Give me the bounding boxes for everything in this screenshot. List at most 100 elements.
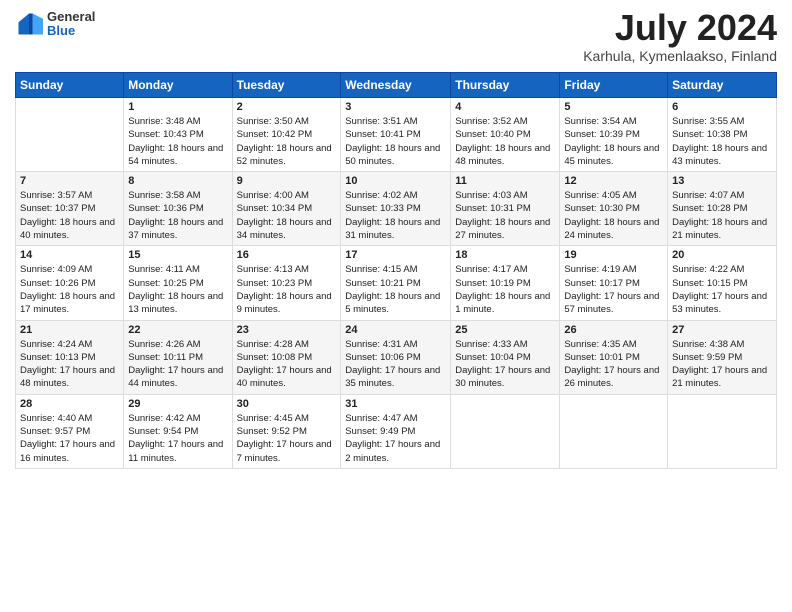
day-info: Sunrise: 4:28 AMSunset: 10:08 PMDaylight… xyxy=(237,338,337,391)
day-info: Sunrise: 4:07 AMSunset: 10:28 PMDaylight… xyxy=(672,189,772,242)
weekday-header-saturday: Saturday xyxy=(668,73,777,98)
day-info: Sunrise: 4:09 AMSunset: 10:26 PMDaylight… xyxy=(20,263,119,316)
day-info: Sunrise: 4:35 AMSunset: 10:01 PMDaylight… xyxy=(564,338,663,391)
day-number: 10 xyxy=(345,175,446,187)
calendar-cell: 30Sunrise: 4:45 AMSunset: 9:52 PMDayligh… xyxy=(232,394,341,468)
day-number: 3 xyxy=(345,101,446,113)
day-number: 17 xyxy=(345,249,446,261)
calendar-cell: 3Sunrise: 3:51 AMSunset: 10:41 PMDayligh… xyxy=(341,98,451,172)
logo-icon xyxy=(15,10,43,38)
day-info: Sunrise: 3:54 AMSunset: 10:39 PMDaylight… xyxy=(564,115,663,168)
calendar-cell: 27 Sunrise: 4:38 AMSunset: 9:59 PMDayligh… xyxy=(668,320,777,394)
day-info: Sunrise: 4:11 AMSunset: 10:25 PMDaylight… xyxy=(128,263,227,316)
calendar-cell: 12 Sunrise: 4:05 AMSunset: 10:30 PMDaylig… xyxy=(560,172,668,246)
calendar-page: General Blue July 2024 Karhula, Kymenlaa… xyxy=(0,0,792,612)
day-number: 12 xyxy=(564,175,663,187)
calendar-cell xyxy=(560,394,668,468)
day-info: Sunrise: 4:15 AMSunset: 10:21 PMDaylight… xyxy=(345,263,446,316)
weekday-header-wednesday: Wednesday xyxy=(341,73,451,98)
day-info: Sunrise: 3:48 AMSunset: 10:43 PMDaylight… xyxy=(128,115,227,168)
calendar-cell: 26 Sunrise: 4:35 AMSunset: 10:01 PMDaylig… xyxy=(560,320,668,394)
calendar-cell xyxy=(16,98,124,172)
calendar-cell: 1Sunrise: 3:48 AMSunset: 10:43 PMDayligh… xyxy=(124,98,232,172)
calendar-cell xyxy=(668,394,777,468)
calendar-cell: 20Sunrise: 4:22 AMSunset: 10:15 PMDaylig… xyxy=(668,246,777,320)
day-info: Sunrise: 4:26 AMSunset: 10:11 PMDaylight… xyxy=(128,338,227,391)
day-info: Sunrise: 4:33 AMSunset: 10:04 PMDaylight… xyxy=(455,338,555,391)
calendar-cell: 14Sunrise: 4:09 AMSunset: 10:26 PMDaylig… xyxy=(16,246,124,320)
day-info: Sunrise: 4:24 AMSunset: 10:13 PMDaylight… xyxy=(20,338,119,391)
calendar-cell: 29Sunrise: 4:42 AMSunset: 9:54 PMDayligh… xyxy=(124,394,232,468)
day-number: 31 xyxy=(345,398,446,410)
day-info: Sunrise: 4:31 AMSunset: 10:06 PMDaylight… xyxy=(345,338,446,391)
calendar-week-row: 14Sunrise: 4:09 AMSunset: 10:26 PMDaylig… xyxy=(16,246,777,320)
calendar-cell: 17 Sunrise: 4:15 AMSunset: 10:21 PMDaylig… xyxy=(341,246,451,320)
day-number: 2 xyxy=(237,101,337,113)
weekday-header-row: SundayMondayTuesdayWednesdayThursdayFrid… xyxy=(16,73,777,98)
calendar-cell: 22Sunrise: 4:26 AMSunset: 10:11 PMDaylig… xyxy=(124,320,232,394)
logo: General Blue xyxy=(15,10,95,39)
day-info: Sunrise: 4:00 AMSunset: 10:34 PMDaylight… xyxy=(237,189,337,242)
calendar-cell: 21Sunrise: 4:24 AMSunset: 10:13 PMDaylig… xyxy=(16,320,124,394)
day-number: 20 xyxy=(672,249,772,261)
day-info: Sunrise: 4:13 AMSunset: 10:23 PMDaylight… xyxy=(237,263,337,316)
calendar-table: SundayMondayTuesdayWednesdayThursdayFrid… xyxy=(15,72,777,469)
day-info: Sunrise: 4:40 AMSunset: 9:57 PMDaylight:… xyxy=(20,412,119,465)
calendar-cell: 10 Sunrise: 4:02 AMSunset: 10:33 PMDaylig… xyxy=(341,172,451,246)
day-number: 26 xyxy=(564,324,663,336)
calendar-cell: 5 Sunrise: 3:54 AMSunset: 10:39 PMDayligh… xyxy=(560,98,668,172)
month-title: July 2024 xyxy=(583,10,777,46)
page-header: General Blue July 2024 Karhula, Kymenlaa… xyxy=(15,10,777,64)
weekday-header-sunday: Sunday xyxy=(16,73,124,98)
day-number: 4 xyxy=(455,101,555,113)
calendar-week-row: 7 Sunrise: 3:57 AMSunset: 10:37 PMDayligh… xyxy=(16,172,777,246)
day-info: Sunrise: 3:57 AMSunset: 10:37 PMDaylight… xyxy=(20,189,119,242)
day-info: Sunrise: 4:02 AMSunset: 10:33 PMDaylight… xyxy=(345,189,446,242)
day-number: 13 xyxy=(672,175,772,187)
calendar-cell xyxy=(451,394,560,468)
title-block: July 2024 Karhula, Kymenlaakso, Finland xyxy=(583,10,777,64)
weekday-header-monday: Monday xyxy=(124,73,232,98)
day-number: 9 xyxy=(237,175,337,187)
day-number: 28 xyxy=(20,398,119,410)
calendar-cell: 25 Sunrise: 4:33 AMSunset: 10:04 PMDaylig… xyxy=(451,320,560,394)
day-info: Sunrise: 4:05 AMSunset: 10:30 PMDaylight… xyxy=(564,189,663,242)
day-info: Sunrise: 3:50 AMSunset: 10:42 PMDaylight… xyxy=(237,115,337,168)
day-number: 19 xyxy=(564,249,663,261)
day-number: 7 xyxy=(20,175,119,187)
day-info: Sunrise: 4:19 AMSunset: 10:17 PMDaylight… xyxy=(564,263,663,316)
day-info: Sunrise: 4:38 AMSunset: 9:59 PMDaylight:… xyxy=(672,338,772,391)
calendar-cell: 23 Sunrise: 4:28 AMSunset: 10:08 PMDaylig… xyxy=(232,320,341,394)
logo-general: General xyxy=(47,10,95,24)
calendar-cell: 6 Sunrise: 3:55 AMSunset: 10:38 PMDayligh… xyxy=(668,98,777,172)
day-info: Sunrise: 3:52 AMSunset: 10:40 PMDaylight… xyxy=(455,115,555,168)
calendar-cell: 2 Sunrise: 3:50 AMSunset: 10:42 PMDayligh… xyxy=(232,98,341,172)
day-number: 25 xyxy=(455,324,555,336)
calendar-cell: 18Sunrise: 4:17 AMSunset: 10:19 PMDaylig… xyxy=(451,246,560,320)
calendar-week-row: 28 Sunrise: 4:40 AMSunset: 9:57 PMDayligh… xyxy=(16,394,777,468)
day-number: 8 xyxy=(128,175,227,187)
calendar-cell: 4 Sunrise: 3:52 AMSunset: 10:40 PMDayligh… xyxy=(451,98,560,172)
day-info: Sunrise: 4:42 AMSunset: 9:54 PMDaylight:… xyxy=(128,412,227,465)
day-info: Sunrise: 4:17 AMSunset: 10:19 PMDaylight… xyxy=(455,263,555,316)
calendar-cell: 16 Sunrise: 4:13 AMSunset: 10:23 PMDaylig… xyxy=(232,246,341,320)
day-info: Sunrise: 4:45 AMSunset: 9:52 PMDaylight:… xyxy=(237,412,337,465)
day-number: 11 xyxy=(455,175,555,187)
location: Karhula, Kymenlaakso, Finland xyxy=(583,48,777,64)
day-number: 27 xyxy=(672,324,772,336)
day-number: 15 xyxy=(128,249,227,261)
logo-blue: Blue xyxy=(47,24,95,38)
day-info: Sunrise: 3:55 AMSunset: 10:38 PMDaylight… xyxy=(672,115,772,168)
calendar-cell: 24Sunrise: 4:31 AMSunset: 10:06 PMDaylig… xyxy=(341,320,451,394)
day-number: 5 xyxy=(564,101,663,113)
day-number: 23 xyxy=(237,324,337,336)
calendar-week-row: 21Sunrise: 4:24 AMSunset: 10:13 PMDaylig… xyxy=(16,320,777,394)
calendar-cell: 15 Sunrise: 4:11 AMSunset: 10:25 PMDaylig… xyxy=(124,246,232,320)
day-info: Sunrise: 4:47 AMSunset: 9:49 PMDaylight:… xyxy=(345,412,446,465)
day-info: Sunrise: 3:58 AMSunset: 10:36 PMDaylight… xyxy=(128,189,227,242)
calendar-cell: 8 Sunrise: 3:58 AMSunset: 10:36 PMDayligh… xyxy=(124,172,232,246)
day-number: 6 xyxy=(672,101,772,113)
calendar-cell: 28 Sunrise: 4:40 AMSunset: 9:57 PMDayligh… xyxy=(16,394,124,468)
day-number: 16 xyxy=(237,249,337,261)
calendar-cell: 7 Sunrise: 3:57 AMSunset: 10:37 PMDayligh… xyxy=(16,172,124,246)
